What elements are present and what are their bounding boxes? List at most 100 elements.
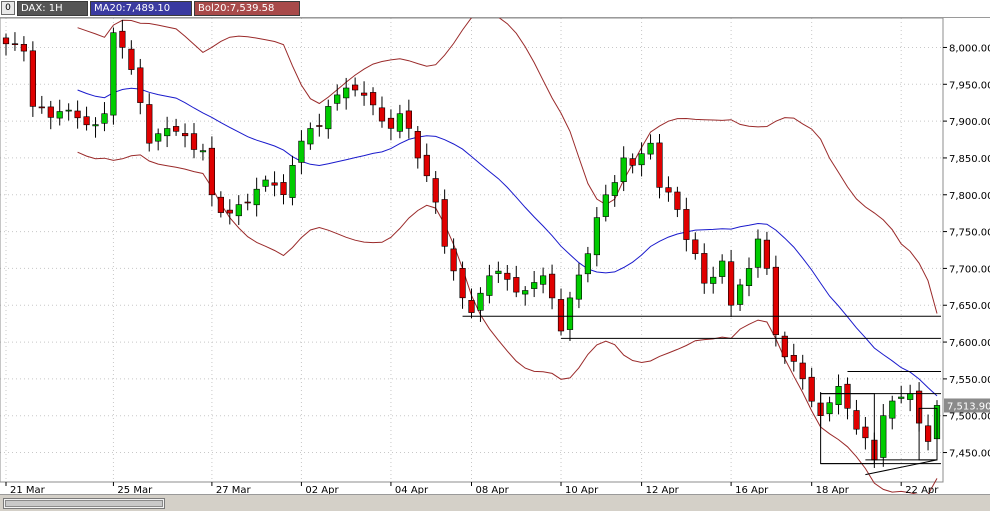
time-tick-label: 22 Apr [905,485,939,494]
candle [11,32,19,51]
candle [835,374,842,415]
candle-body-down [208,147,216,196]
candle-body-down [862,426,869,439]
candle-body-up [307,128,314,145]
candle-body-down [513,277,520,293]
time-tick-label: 04 Apr [395,485,429,494]
candle-body-up [889,400,896,419]
candle [889,395,896,430]
candle [20,36,28,62]
candle [128,40,135,75]
candle-body-down [548,273,556,299]
candle-body-down [146,104,153,144]
candle [701,243,708,294]
price-tick-label: 8,000.00 [949,43,990,54]
candle [2,33,10,56]
time-tick-label: 12 Apr [646,485,680,494]
candle-body-up [262,179,269,187]
time-tick-label: 16 Apr [735,485,769,494]
candle-body-down [128,48,135,70]
candle-body-up [65,109,72,112]
price-tick-label: 7,450.00 [949,449,990,460]
candle [638,142,645,177]
candle-body-up [736,284,744,305]
time-tick-label: 21 Mar [10,485,46,494]
candle-body-up [164,128,171,137]
candle [924,414,932,451]
candle-body-up [647,142,654,155]
candle-body-up [235,204,242,217]
candle [754,229,762,278]
time-tick-label: 25 Mar [117,485,153,494]
chart-menu-button[interactable]: 0 [1,1,15,15]
candle [119,19,126,59]
candle [459,261,466,309]
bollinger-bands [77,18,938,494]
candle-body-down [74,110,81,119]
candle-body-up [566,297,574,330]
candle [262,175,269,192]
candle [47,100,54,130]
candle-body-up [92,124,99,127]
candle-body-down [83,116,90,126]
candle [727,249,735,318]
symbol-badge[interactable]: DAX: 1H [17,1,88,16]
candle [557,288,565,336]
candle-body-down [11,43,19,46]
candle [369,87,377,116]
price-tick-label: 7,600.00 [949,338,990,349]
candle-body-down [844,383,851,409]
candle-body-up [575,274,582,300]
candle-body-up [710,276,717,284]
price-chart[interactable]: 7,450.00 7,500.00 7,550.00 7,600.00 7,650.00… [0,18,990,494]
candle-body-down [772,266,779,335]
candle [808,367,815,408]
candle-body-down [629,158,636,166]
candle [826,396,833,422]
candle [880,404,887,467]
candle-body-down [432,178,439,203]
candle [593,207,600,267]
candle [799,354,806,390]
candle [92,117,99,138]
candle-body-down [423,154,430,177]
candle [495,261,502,283]
candle-body-up [56,111,63,119]
candle-body-down [674,191,681,210]
candle-body-down [38,106,45,109]
candle-body-down [450,248,457,272]
candle [83,106,90,131]
candle-body-down [414,131,421,159]
candle-body-down [701,253,708,284]
time-tick-label: 18 Apr [816,485,850,494]
candle-body-up [531,282,538,289]
candle [692,232,699,260]
price-tick-label: 7,750.00 [949,228,990,239]
ma-indicator-badge[interactable]: MA20:7,489.10 [90,1,192,16]
candle-body-down [799,362,806,380]
candle-body-down [504,272,511,280]
price-tick-label: 7,500.00 [949,412,990,423]
bollinger-lower-line [77,151,938,494]
candle-body-down [20,43,28,52]
candle-body-up [611,182,618,196]
candle [56,99,63,126]
candle [423,143,430,182]
candle-body-down [226,209,233,214]
candle-body-up [745,268,753,286]
candle [844,377,851,420]
candle-body-down [360,92,368,96]
candle-body-down [808,376,815,402]
candle-body-up [826,402,833,415]
candle-body-down [182,133,189,137]
candle-body-down [280,182,287,195]
bollinger-indicator-badge[interactable]: Bol20:7,539.58 [194,1,300,16]
scrollbar-thumb[interactable] [5,500,163,507]
candle-body-down [692,239,699,255]
last-price-tag: 7,513.90 [944,398,990,413]
candle-body-up [334,94,341,104]
candle-body-down [790,354,797,362]
price-tick-label: 7,850.00 [949,154,990,165]
candle-body-down [47,106,54,118]
horizontal-scrollbar[interactable] [3,498,165,509]
